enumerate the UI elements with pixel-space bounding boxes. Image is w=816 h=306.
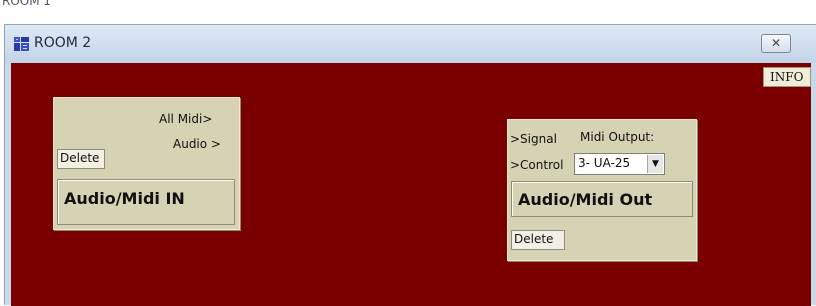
background-window: ROOM 1: [0, 0, 816, 16]
audio-midi-out-module[interactable]: >Signal Midi Output: >Control 3- UA-25 ▼…: [507, 119, 697, 261]
delete-button[interactable]: Delete: [57, 149, 105, 169]
info-button[interactable]: INFO: [763, 67, 811, 87]
close-icon: ✕: [770, 36, 782, 50]
delete-button[interactable]: Delete: [511, 230, 565, 250]
app-grid-icon: [14, 36, 30, 52]
background-window-title: ROOM 1: [2, 0, 52, 8]
audio-midi-in-module[interactable]: All Midi> Audio > Delete Audio/Midi IN: [53, 97, 240, 230]
module-title: Audio/Midi IN: [57, 179, 235, 225]
window-title: ROOM 2: [34, 35, 92, 51]
signal-input-port[interactable]: >Signal: [510, 132, 557, 146]
audio-output-port[interactable]: Audio >: [173, 137, 221, 151]
midi-output-value: 3- UA-25: [578, 156, 631, 170]
midi-output-label: Midi Output:: [580, 130, 655, 144]
chevron-down-icon[interactable]: ▼: [647, 155, 663, 173]
window-titlebar[interactable]: ROOM 2 ✕: [5, 25, 816, 63]
all-midi-output-port[interactable]: All Midi>: [159, 112, 212, 126]
midi-output-select[interactable]: 3- UA-25 ▼: [574, 153, 665, 175]
control-input-port[interactable]: >Control: [510, 158, 563, 172]
close-button[interactable]: ✕: [761, 34, 791, 53]
module-title: Audio/Midi Out: [511, 181, 693, 217]
patch-canvas[interactable]: INFO All Midi> Audio > Delete Audio/Midi…: [11, 63, 811, 306]
room-window: ROOM 2 ✕ INFO All Midi> Audio > Delete A…: [4, 24, 816, 306]
